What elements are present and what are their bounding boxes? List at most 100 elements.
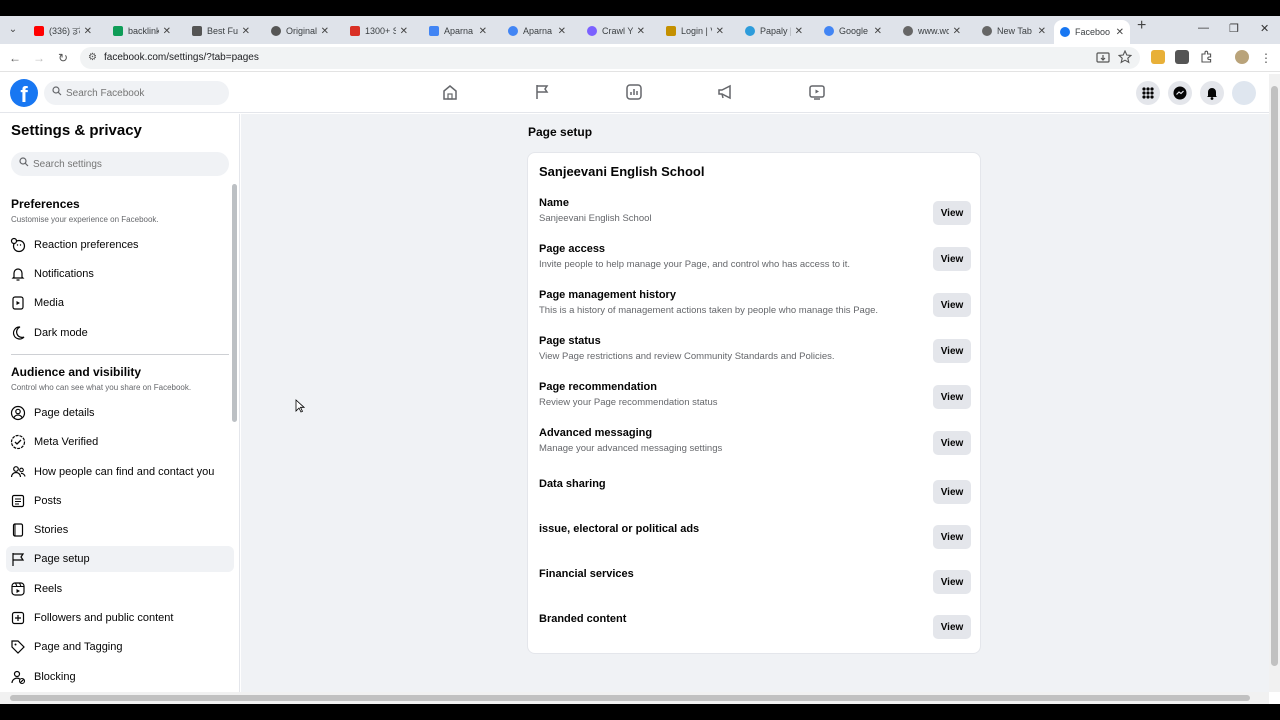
view-button[interactable]: View xyxy=(933,293,971,317)
scrollbar-thumb[interactable] xyxy=(1271,86,1278,666)
extension-icon[interactable] xyxy=(1175,50,1189,64)
settings-search-input[interactable] xyxy=(33,156,213,172)
browser-tab[interactable]: backlinks✕ xyxy=(107,20,177,42)
sidebar-item-reels[interactable]: Reels xyxy=(6,576,234,602)
page-setup-card: Sanjeevani English School Name Sanjeevan… xyxy=(527,152,981,654)
view-button[interactable]: View xyxy=(933,385,971,409)
tab-search-chevron-icon[interactable]: ⌄ xyxy=(6,23,20,37)
video-icon[interactable] xyxy=(808,83,828,103)
tag-icon xyxy=(10,639,26,655)
sidebar-item-posts[interactable]: Posts xyxy=(6,488,234,514)
settings-search[interactable] xyxy=(11,152,229,176)
sidebar-item-reaction-preferences[interactable]: Reaction preferences xyxy=(6,232,234,258)
person-circle-icon xyxy=(10,405,26,421)
setting-row-political-ads: issue, electoral or political ads View xyxy=(539,523,971,563)
sidebar-item-followers[interactable]: Followers and public content xyxy=(6,605,234,631)
sidebar-item-dark-mode[interactable]: Dark mode xyxy=(6,320,234,346)
new-tab-icon[interactable]: + xyxy=(1137,18,1149,34)
page-avatar[interactable] xyxy=(1232,81,1256,105)
posts-icon xyxy=(10,493,26,509)
view-button[interactable]: View xyxy=(933,339,971,363)
site-icon xyxy=(192,26,202,36)
browser-tab[interactable]: Original ✕ xyxy=(265,20,335,42)
maximize-icon[interactable]: ❐ xyxy=(1229,22,1239,35)
browser-tab[interactable]: www.wo ✕ xyxy=(897,20,967,42)
add-box-icon xyxy=(10,610,26,626)
view-button[interactable]: View xyxy=(933,525,971,549)
setting-row-financial-services: Financial services View xyxy=(539,568,971,608)
browser-tab-active[interactable]: Faceboo ✕ xyxy=(1054,20,1130,44)
close-icon[interactable]: ✕ xyxy=(716,26,724,37)
sidebar-item-page-setup[interactable]: Page setup xyxy=(6,546,234,572)
sidebar-item-page-details[interactable]: Page details xyxy=(6,400,234,426)
close-icon[interactable]: ✕ xyxy=(795,26,803,37)
browser-tab[interactable]: New Tab ✕ xyxy=(976,20,1052,42)
browser-tab[interactable]: 1300+ Se✕ xyxy=(344,20,414,42)
messenger-icon[interactable] xyxy=(1168,81,1192,105)
browser-tab[interactable]: Aparna ✕ xyxy=(502,20,572,42)
browser-tab[interactable]: Papaly | ✕ xyxy=(739,20,809,42)
sidebar-item-stories[interactable]: Stories xyxy=(6,517,234,543)
more-menu-icon[interactable]: ⋮ xyxy=(1259,51,1273,65)
reload-icon[interactable]: ↻ xyxy=(56,51,70,65)
facebook-search[interactable] xyxy=(44,81,229,105)
close-icon[interactable]: ✕ xyxy=(479,26,487,37)
top-border xyxy=(0,0,1280,16)
docs-icon xyxy=(429,26,439,36)
page-scrollbar[interactable] xyxy=(1269,74,1280,692)
insights-icon[interactable] xyxy=(625,83,645,103)
view-button[interactable]: View xyxy=(933,431,971,455)
profile-avatar[interactable] xyxy=(1235,50,1249,64)
sidebar-item-find-and-contact[interactable]: How people can find and contact you xyxy=(6,459,234,485)
view-button[interactable]: View xyxy=(933,615,971,639)
megaphone-icon[interactable] xyxy=(716,83,736,103)
forward-icon[interactable]: → xyxy=(32,51,46,65)
star-icon[interactable] xyxy=(1117,49,1133,64)
site-info-icon[interactable]: ⚙ xyxy=(88,52,97,63)
section-divider xyxy=(11,354,229,355)
view-button[interactable]: View xyxy=(933,201,971,225)
search-input[interactable] xyxy=(66,85,216,101)
close-icon[interactable]: ✕ xyxy=(953,26,961,37)
sidebar-item-notifications[interactable]: Notifications xyxy=(6,261,234,287)
sidebar-item-media[interactable]: Media xyxy=(6,290,234,316)
close-icon[interactable]: ✕ xyxy=(242,26,250,37)
close-icon[interactable]: ✕ xyxy=(637,26,645,37)
sidebar-item-blocking[interactable]: Blocking xyxy=(6,664,234,690)
bell-icon[interactable] xyxy=(1200,81,1224,105)
close-icon[interactable]: ✕ xyxy=(874,26,882,37)
close-icon[interactable]: ✕ xyxy=(321,26,329,37)
apps-menu-icon[interactable] xyxy=(1136,81,1160,105)
browser-tab[interactable]: (336) ਡਰੋ✕ xyxy=(28,20,98,42)
window-close-icon[interactable]: ✕ xyxy=(1260,22,1269,35)
view-button[interactable]: View xyxy=(933,570,971,594)
close-icon[interactable]: ✕ xyxy=(400,26,408,37)
sidebar-item-page-and-tagging[interactable]: Page and Tagging xyxy=(6,634,234,660)
browser-tab[interactable]: Crawl Yo✕ xyxy=(581,20,651,42)
close-icon[interactable]: ✕ xyxy=(163,26,171,37)
extension-icon[interactable] xyxy=(1151,50,1165,64)
close-icon[interactable]: ✕ xyxy=(558,26,566,37)
flag-icon[interactable] xyxy=(533,83,553,103)
close-icon[interactable]: ✕ xyxy=(1116,27,1124,38)
moon-icon xyxy=(10,325,26,341)
home-icon[interactable] xyxy=(441,83,461,103)
preferences-description: Customise your experience on Facebook. xyxy=(11,215,159,224)
view-button[interactable]: View xyxy=(933,480,971,504)
sidebar-item-meta-verified[interactable]: Meta Verified xyxy=(6,429,234,455)
facebook-logo[interactable]: f xyxy=(10,79,38,107)
view-button[interactable]: View xyxy=(933,247,971,271)
close-icon[interactable]: ✕ xyxy=(1038,26,1046,37)
minimize-icon[interactable]: — xyxy=(1198,22,1209,34)
puzzle-icon[interactable] xyxy=(1199,50,1213,64)
browser-tab[interactable]: Login | V✕ xyxy=(660,20,730,42)
browser-tab[interactable]: Aparna ✕ xyxy=(423,20,493,42)
back-icon[interactable]: ← xyxy=(8,51,22,65)
url-field[interactable]: ⚙ facebook.com/settings/?tab=pages xyxy=(80,47,1140,69)
browser-tab[interactable]: Best Fun✕ xyxy=(186,20,256,42)
horizontal-scrollbar[interactable] xyxy=(0,692,1269,704)
close-icon[interactable]: ✕ xyxy=(84,26,92,37)
browser-tab[interactable]: Google ✕ xyxy=(818,20,888,42)
install-icon[interactable] xyxy=(1096,51,1110,65)
scrollbar-thumb[interactable] xyxy=(10,695,1250,701)
